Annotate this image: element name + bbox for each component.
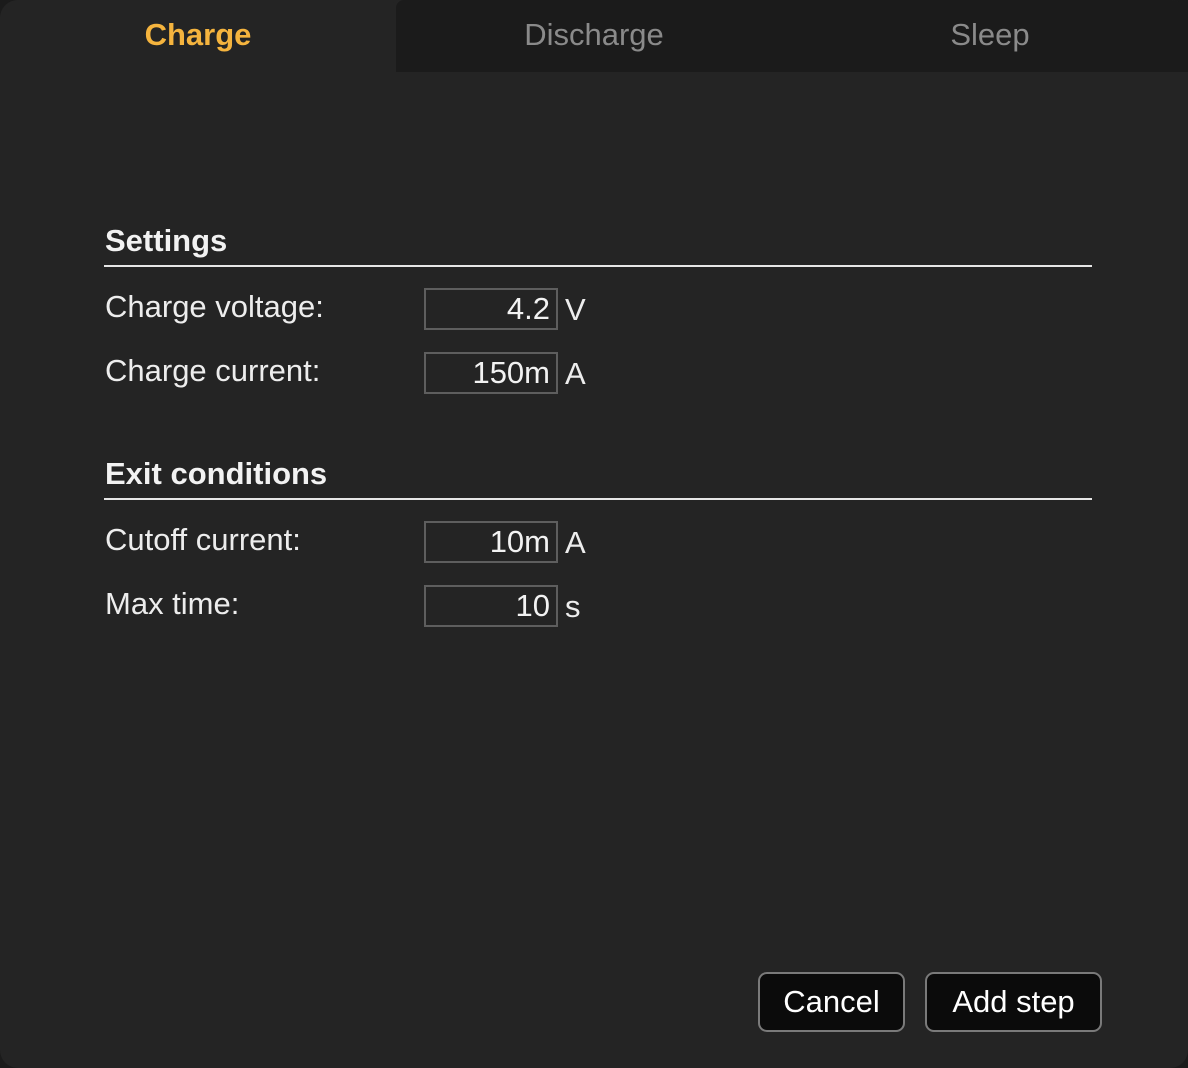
- max-time-input[interactable]: [424, 585, 558, 627]
- cutoff-current-label: Cutoff current:: [105, 522, 301, 557]
- exit-conditions-divider: [104, 498, 1092, 500]
- settings-section-title: Settings: [105, 223, 228, 258]
- charge-voltage-unit: V: [565, 292, 586, 327]
- cancel-button[interactable]: Cancel: [758, 972, 905, 1032]
- step-type-tabs: Charge Discharge Sleep: [0, 0, 1188, 72]
- charge-current-label: Charge current:: [105, 353, 321, 388]
- settings-divider: [104, 265, 1092, 267]
- add-step-button[interactable]: Add step: [925, 972, 1102, 1032]
- dialog-window: Charge Discharge Sleep Settings Charge v…: [0, 0, 1188, 1068]
- max-time-unit: s: [565, 589, 581, 624]
- tab-sleep[interactable]: Sleep: [792, 0, 1188, 72]
- cutoff-current-unit: A: [565, 525, 586, 560]
- exit-conditions-section-title: Exit conditions: [105, 456, 328, 491]
- charge-voltage-label: Charge voltage:: [105, 289, 324, 324]
- charge-current-input[interactable]: [424, 352, 558, 394]
- max-time-label: Max time:: [105, 586, 240, 621]
- tab-discharge[interactable]: Discharge: [396, 0, 792, 72]
- charge-voltage-input[interactable]: [424, 288, 558, 330]
- charge-current-unit: A: [565, 356, 586, 391]
- tab-charge[interactable]: Charge: [0, 0, 396, 72]
- cutoff-current-input[interactable]: [424, 521, 558, 563]
